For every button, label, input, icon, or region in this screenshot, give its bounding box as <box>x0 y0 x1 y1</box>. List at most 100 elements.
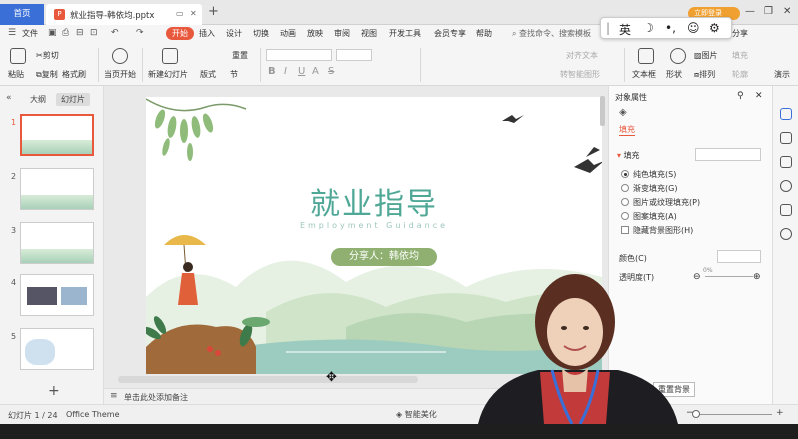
textbox-button[interactable]: 文本框 <box>632 69 656 80</box>
pin-icon[interactable]: ⚲ <box>737 91 744 101</box>
close-tab-icon[interactable]: ✕ <box>190 9 197 18</box>
menu-tab-developer[interactable]: 开发工具 <box>389 28 421 39</box>
gradient-fill-radio[interactable] <box>621 184 629 192</box>
fill-section-header[interactable]: ▾ 填充 <box>617 150 640 161</box>
hamburger-icon[interactable]: ☰ <box>8 28 16 38</box>
play-icon[interactable] <box>112 48 128 64</box>
new-tab-button[interactable]: + <box>208 4 219 19</box>
location-icon[interactable] <box>780 228 792 240</box>
share-icon[interactable] <box>780 204 792 216</box>
ime-drag-handle-icon[interactable]: | <box>606 21 610 35</box>
zoom-in-icon[interactable]: + <box>776 408 784 418</box>
transparency-decrease-icon[interactable]: ⊖ <box>693 272 701 282</box>
settings-gear-icon[interactable]: ⚙ <box>709 21 720 35</box>
menu-tab-slideshow[interactable]: 放映 <box>307 28 323 39</box>
properties-icon[interactable] <box>780 108 792 120</box>
minimize-icon[interactable]: — <box>745 6 755 17</box>
solid-fill-radio[interactable] <box>621 170 629 178</box>
emoji-icon[interactable]: ☺ <box>687 21 700 35</box>
half-width-icon[interactable]: ☽ <box>643 21 654 35</box>
menu-tab-animation[interactable]: 动画 <box>280 28 296 39</box>
menu-tab-transition[interactable]: 切换 <box>253 28 269 39</box>
tab-fill[interactable]: 填充 <box>619 124 635 136</box>
ime-toolbar[interactable]: | 英 ☽ •, ☺ ⚙ <box>600 17 732 39</box>
home-tab[interactable]: 首页 <box>0 4 44 25</box>
horizontal-scrollbar[interactable] <box>118 376 418 383</box>
help-icon[interactable] <box>780 180 792 192</box>
notes-placeholder[interactable]: 单击此处添加备注 <box>124 392 188 403</box>
menu-tab-review[interactable]: 审阅 <box>334 28 350 39</box>
document-tab[interactable]: P 就业指导-韩依均.pptx ▭ ✕ <box>46 4 202 25</box>
export-icon[interactable]: ⎙ <box>62 28 69 38</box>
menu-tab-member[interactable]: 会员专享 <box>434 28 466 39</box>
bold-icon[interactable]: B <box>268 66 276 77</box>
punctuation-icon[interactable]: •, <box>665 21 676 35</box>
slide-thumbnail-3[interactable] <box>20 222 94 264</box>
undo-icon[interactable]: ↶ <box>111 28 119 38</box>
hide-bg-checkbox[interactable] <box>621 226 629 234</box>
picture-fill-label[interactable]: 图片或纹理填充(P) <box>633 197 700 208</box>
vertical-scrollbar[interactable] <box>600 96 605 126</box>
close-window-icon[interactable]: ✕ <box>783 6 791 17</box>
slide-thumbnail-1[interactable] <box>20 114 94 156</box>
play-from-current-button[interactable]: 当页开始 <box>104 69 136 80</box>
menu-tab-design[interactable]: 设计 <box>226 28 242 39</box>
transparency-slider[interactable] <box>705 276 753 277</box>
copy-button[interactable]: ⧉复制 <box>36 69 58 80</box>
layout-button[interactable]: 版式 <box>200 69 216 80</box>
zoom-slider[interactable] <box>698 414 772 415</box>
print-icon[interactable]: ⊟ <box>76 28 84 38</box>
preview-icon[interactable]: ⊡ <box>90 28 98 38</box>
textbox-icon[interactable] <box>638 48 654 64</box>
close-panel-icon[interactable]: ✕ <box>755 91 763 101</box>
collapse-panel-icon[interactable]: « <box>6 93 12 103</box>
presentation-button[interactable]: 演示 <box>774 69 790 80</box>
slide-thumbnail-2[interactable] <box>20 168 94 210</box>
align-text-button[interactable]: 对齐文本 <box>566 50 598 61</box>
pattern-fill-label[interactable]: 图案填充(A) <box>633 211 677 222</box>
arrange-button[interactable]: ⧈排列 <box>694 69 715 80</box>
command-search[interactable]: ⌕ 查找命令、搜索模板 <box>512 28 591 39</box>
section-button[interactable]: 节 <box>230 69 238 80</box>
tab-slides[interactable]: 幻灯片 <box>56 93 90 106</box>
menu-tab-home[interactable]: 开始 <box>166 27 194 40</box>
gradient-fill-label[interactable]: 渐变填充(G) <box>633 183 677 194</box>
hide-bg-label[interactable]: 隐藏背景图形(H) <box>633 225 693 236</box>
transparency-increase-icon[interactable]: ⊕ <box>753 272 761 282</box>
paste-button[interactable]: 粘贴 <box>8 69 24 80</box>
picture-button[interactable]: ▨图片 <box>694 50 718 61</box>
font-size-dropdown[interactable] <box>336 49 372 61</box>
underline-icon[interactable]: U <box>298 66 305 77</box>
pattern-fill-radio[interactable] <box>621 212 629 220</box>
font-color-icon[interactable]: A <box>312 66 319 77</box>
outline-button[interactable]: 轮廓 <box>732 69 748 80</box>
new-slide-icon[interactable] <box>162 48 178 64</box>
slide-title[interactable]: 就业指导 <box>146 179 602 223</box>
design-icon[interactable] <box>780 132 792 144</box>
reset-button[interactable]: 重置 <box>232 50 248 61</box>
monitor-icon[interactable]: ▭ <box>176 9 184 18</box>
tab-outline[interactable]: 大纲 <box>30 94 46 105</box>
italic-icon[interactable]: I <box>284 66 287 77</box>
shape-button[interactable]: 形状 <box>666 69 682 80</box>
add-slide-button[interactable]: + <box>48 383 60 399</box>
format-painter-button[interactable]: 格式刷 <box>62 69 86 80</box>
share-button[interactable]: 分享 <box>732 28 748 39</box>
menu-tab-insert[interactable]: 插入 <box>199 28 215 39</box>
new-slide-button[interactable]: 新建幻灯片 <box>148 69 188 80</box>
strikethrough-icon[interactable]: S <box>328 66 334 77</box>
font-family-dropdown[interactable] <box>266 49 332 61</box>
cut-button[interactable]: ✂剪切 <box>36 50 59 61</box>
convert-smartart-button[interactable]: 转智能图形 <box>560 69 600 80</box>
redo-icon[interactable]: ↷ <box>136 28 144 38</box>
presenter-badge[interactable]: 分享人：韩依均 <box>331 248 437 266</box>
solid-fill-label[interactable]: 纯色填充(S) <box>633 169 676 180</box>
zoom-slider-thumb[interactable] <box>692 410 700 418</box>
fill-button[interactable]: 填充 <box>732 50 748 61</box>
menu-tab-view[interactable]: 视图 <box>361 28 377 39</box>
template-icon[interactable] <box>780 156 792 168</box>
save-icon[interactable]: ▣ <box>48 28 57 38</box>
fill-type-dropdown[interactable] <box>695 148 761 161</box>
menu-file[interactable]: 文件 <box>22 28 38 39</box>
paste-icon[interactable] <box>10 48 26 64</box>
